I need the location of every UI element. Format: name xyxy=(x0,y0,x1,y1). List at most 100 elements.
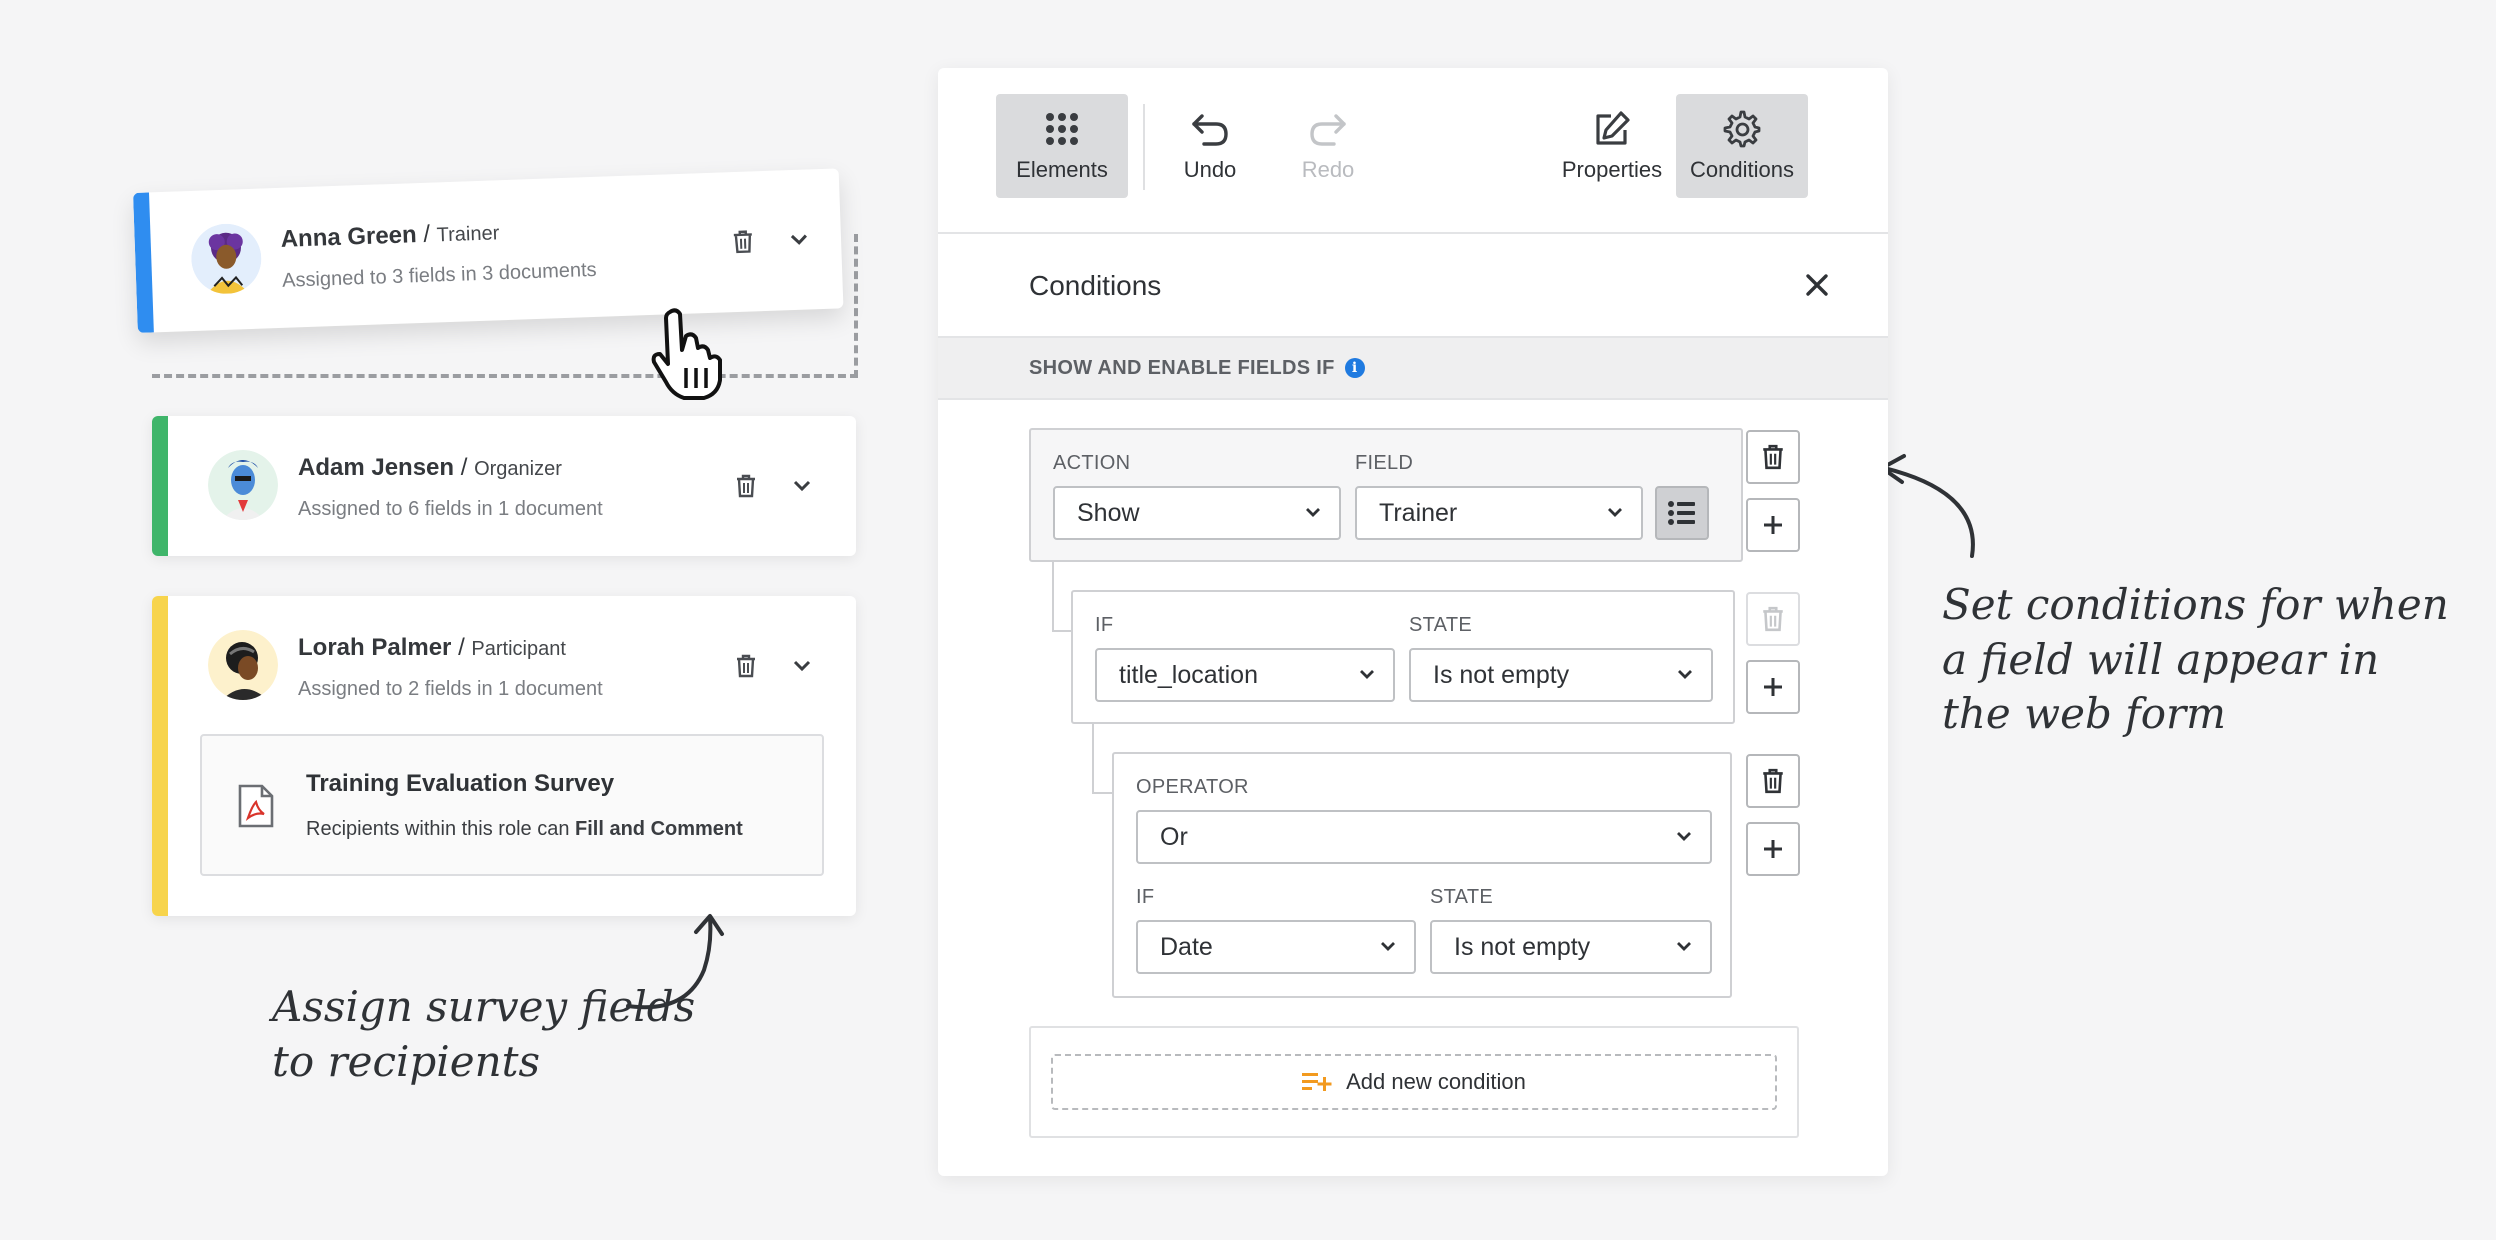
collapse-recipient-button[interactable] xyxy=(788,652,816,680)
if-field-select[interactable]: Date xyxy=(1136,920,1416,974)
state-label: STATE xyxy=(1409,614,1472,636)
hand-cursor-icon xyxy=(651,308,722,400)
plus-icon xyxy=(1764,678,1782,696)
annotation-set-conditions: Set conditions for when a field will app… xyxy=(1942,580,2449,739)
chevron-down-icon xyxy=(1608,508,1622,517)
toolbar: Elements Undo Redo Properties Conditions xyxy=(938,68,1888,234)
delete-recipient-button[interactable] xyxy=(729,227,758,256)
add-condition-row-button[interactable] xyxy=(1746,498,1800,552)
condition-rule-block: ACTION Show FIELD Trainer xyxy=(1029,428,1743,562)
chevron-down-icon xyxy=(1677,942,1691,951)
field-label: FIELD xyxy=(1355,452,1414,474)
delete-recipient-button[interactable] xyxy=(732,472,760,500)
redo-label: Redo xyxy=(1301,157,1355,182)
plus-icon xyxy=(1764,840,1782,858)
recipient-assignment: Assigned to 3 fields in 3 documents xyxy=(281,258,597,292)
trash-icon xyxy=(1763,606,1783,632)
action-select[interactable]: Show xyxy=(1053,486,1341,540)
recipient-role: Participant xyxy=(471,638,566,660)
expand-recipient-button[interactable] xyxy=(788,472,816,500)
recipient-name-line: Adam Jensen / Organizer xyxy=(298,454,562,481)
conditions-label: Conditions xyxy=(1690,157,1794,182)
state-label: STATE xyxy=(1430,886,1493,908)
recipient-card-adam-jensen[interactable]: Adam Jensen / Organizer Assigned to 6 fi… xyxy=(152,416,856,556)
chevron-down-icon xyxy=(793,480,811,492)
operator-select[interactable]: Or xyxy=(1136,810,1712,864)
close-icon[interactable] xyxy=(1802,270,1832,300)
if-label: IF xyxy=(1136,886,1155,908)
recipient-role: Trainer xyxy=(436,222,500,247)
annotation-arrow-icon xyxy=(626,914,724,1010)
recipient-color-stripe xyxy=(152,596,168,916)
chevron-down-icon xyxy=(1306,508,1320,517)
recipient-card-lorah-palmer[interactable]: Lorah Palmer / Participant Assigned to 2… xyxy=(152,596,856,916)
conditions-title: Conditions xyxy=(1029,270,1162,301)
trash-icon xyxy=(1763,768,1783,794)
document-permission: Recipients within this role can Fill and… xyxy=(306,818,743,840)
delete-if-button[interactable] xyxy=(1746,592,1800,646)
add-condition-area: Add new condition xyxy=(1029,1026,1799,1138)
plus-icon xyxy=(1764,516,1782,534)
edit-icon xyxy=(1596,111,1630,145)
trash-icon xyxy=(737,474,755,498)
if-label: IF xyxy=(1095,614,1114,636)
chevron-down-icon xyxy=(1677,832,1691,841)
avatar xyxy=(208,630,278,700)
recipient-color-stripe xyxy=(133,192,154,333)
gear-icon xyxy=(1723,110,1761,148)
trash-icon xyxy=(1763,444,1783,470)
recipient-name: Anna Green xyxy=(280,221,418,253)
undo-button[interactable]: Undo xyxy=(1160,94,1260,198)
conditions-button[interactable]: Conditions xyxy=(1676,94,1808,198)
recipient-assignment: Assigned to 6 fields in 1 document xyxy=(298,498,603,520)
tree-connector xyxy=(1092,724,1112,794)
operator-label: OPERATOR xyxy=(1136,776,1249,798)
recipient-color-stripe xyxy=(152,416,168,556)
trash-icon xyxy=(733,230,752,254)
properties-label: Properties xyxy=(1561,157,1663,182)
chevron-down-icon xyxy=(793,660,811,672)
chevron-down-icon xyxy=(1360,670,1374,679)
trash-icon xyxy=(737,654,755,678)
delete-condition-button[interactable] xyxy=(1746,430,1800,484)
recipient-name: Lorah Palmer xyxy=(298,634,452,661)
avatar xyxy=(190,223,262,295)
redo-icon xyxy=(1310,114,1346,146)
avatar xyxy=(208,450,278,520)
info-icon[interactable]: i xyxy=(1344,358,1365,378)
elements-label: Elements xyxy=(1016,157,1108,182)
field-select[interactable]: Trainer xyxy=(1355,486,1643,540)
add-new-condition-label: Add new condition xyxy=(1346,1069,1526,1094)
chevron-down-icon xyxy=(1381,942,1395,951)
delete-group-button[interactable] xyxy=(1746,754,1800,808)
operator-group-block: OPERATOR Or IF Date STATE Is not empty xyxy=(1112,752,1732,998)
recipient-name-line: Anna Green / Trainer xyxy=(280,220,500,253)
recipient-assignment: Assigned to 2 fields in 1 document xyxy=(298,678,603,700)
document-title: Training Evaluation Survey xyxy=(306,770,615,797)
pdf-file-icon xyxy=(238,784,274,828)
recipient-name: Adam Jensen xyxy=(298,454,455,481)
add-new-condition-button[interactable]: Add new condition xyxy=(1051,1054,1777,1110)
delete-recipient-button[interactable] xyxy=(732,652,760,680)
assigned-document[interactable]: Training Evaluation Survey Recipients wi… xyxy=(200,734,824,876)
state-select[interactable]: Is not empty xyxy=(1409,648,1713,702)
if-field-select[interactable]: title_location xyxy=(1095,648,1395,702)
add-group-row-button[interactable] xyxy=(1746,822,1800,876)
expand-recipient-button[interactable] xyxy=(785,225,814,254)
if-condition-block: IF title_location STATE Is not empty xyxy=(1071,590,1735,724)
conditions-subheader: SHOW AND ENABLE FIELDS IF i xyxy=(938,338,1888,400)
list-icon xyxy=(1668,501,1695,525)
chevron-down-icon xyxy=(1678,670,1692,679)
tree-connector xyxy=(1052,562,1072,632)
redo-button[interactable]: Redo xyxy=(1278,94,1378,198)
state-select[interactable]: Is not empty xyxy=(1430,920,1712,974)
annotation-arrow-icon xyxy=(1880,454,1975,558)
undo-label: Undo xyxy=(1183,157,1237,182)
add-if-row-button[interactable] xyxy=(1746,660,1800,714)
add-list-icon xyxy=(1302,1073,1332,1091)
properties-button[interactable]: Properties xyxy=(1550,94,1674,198)
field-list-button[interactable] xyxy=(1655,486,1709,540)
elements-button[interactable]: Elements xyxy=(996,94,1128,198)
recipient-card-anna-green[interactable]: Anna Green / Trainer Assigned to 3 field… xyxy=(133,168,844,333)
grid-icon xyxy=(1046,113,1078,145)
